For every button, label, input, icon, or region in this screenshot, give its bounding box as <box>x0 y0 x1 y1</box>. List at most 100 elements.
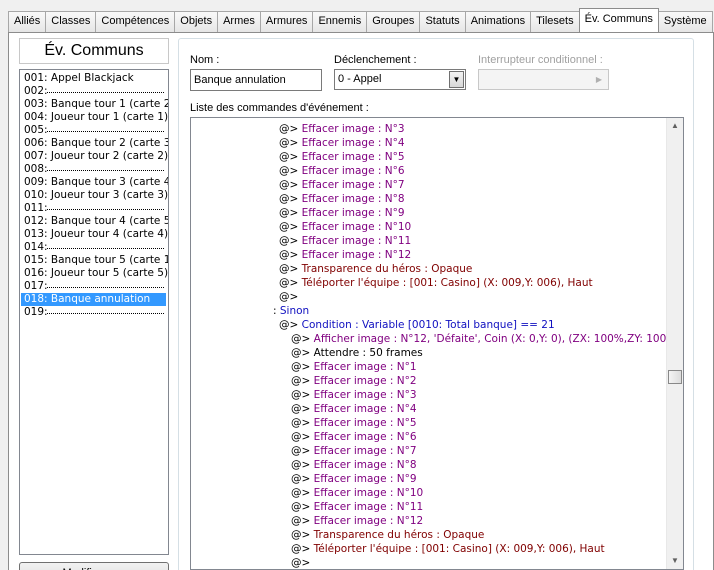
list-item[interactable]: 008: <box>21 163 166 176</box>
tab-12[interactable]: Système <box>657 11 713 32</box>
tab-3[interactable]: Objets <box>174 11 219 32</box>
list-item-label: 013: Joueur tour 4 (carte 4) <box>24 228 169 240</box>
command-line[interactable]: @> Téléporter l'équipe : [001: Casino] (… <box>279 276 593 290</box>
command-text: Effacer image : N°9 <box>301 207 405 219</box>
change-max-button[interactable]: Modifier max <box>19 562 169 570</box>
command-line[interactable]: @> Afficher image : N°12, 'Défaite', Coi… <box>291 332 683 346</box>
command-text: Effacer image : N°6 <box>301 165 405 177</box>
command-text: Effacer image : N°4 <box>301 137 405 149</box>
tab-5[interactable]: Armures <box>259 11 314 32</box>
tab-11[interactable]: Év. Communs <box>578 8 659 32</box>
list-item[interactable]: 004: Joueur tour 1 (carte 1) <box>21 111 168 124</box>
vertical-scrollbar[interactable]: ▲ ▼ <box>666 118 683 569</box>
tab-1[interactable]: Classes <box>45 11 97 32</box>
command-text: Téléporter l'équipe : [001: Casino] (X: … <box>313 543 605 555</box>
tab-4[interactable]: Armes <box>217 11 261 32</box>
chevron-up-icon[interactable]: ▲ <box>667 118 683 134</box>
list-item[interactable]: 003: Banque tour 1 (carte 2) <box>21 98 168 111</box>
list-item[interactable]: 001: Appel Blackjack <box>21 72 166 85</box>
command-marker: @> <box>291 431 311 443</box>
command-marker: @> <box>279 249 299 261</box>
chevron-down-icon[interactable]: ▼ <box>449 71 464 88</box>
tab-8[interactable]: Statuts <box>419 11 466 32</box>
list-item[interactable]: 009: Banque tour 3 (carte 4) <box>21 176 168 189</box>
name-label: Nom : <box>190 54 220 66</box>
list-item[interactable]: 013: Joueur tour 4 (carte 4) <box>21 228 169 241</box>
command-line[interactable]: @> Effacer image : N°7 <box>279 178 405 192</box>
trigger-label: Déclenchement : <box>334 54 417 66</box>
command-marker: @> <box>291 543 311 555</box>
command-line[interactable]: @> Effacer image : N°11 <box>291 500 423 514</box>
command-text: Transparence du héros : Opaque <box>313 529 485 541</box>
tab-2[interactable]: Compétences <box>95 11 176 32</box>
list-item[interactable]: 018: Banque annulation <box>21 293 166 306</box>
chevron-right-icon: ▶ <box>595 75 603 84</box>
list-item[interactable]: 002: <box>21 85 166 98</box>
chevron-down-icon[interactable]: ▼ <box>667 553 683 569</box>
scrollbar-thumb[interactable] <box>668 370 682 384</box>
command-line[interactable]: @> Effacer image : N°2 <box>291 374 417 388</box>
trigger-select[interactable]: 0 - Appel ▼ <box>334 69 466 90</box>
list-item-label: 012: Banque tour 4 (carte 5) <box>24 215 169 227</box>
command-line[interactable]: @> <box>279 290 298 304</box>
command-line[interactable]: @> Condition : Variable [0010: Total ban… <box>279 318 555 332</box>
list-item[interactable]: 007: Joueur tour 2 (carte 2) <box>21 150 168 163</box>
command-line[interactable]: @> Effacer image : N°11 <box>279 234 411 248</box>
command-line[interactable]: @> Effacer image : N°3 <box>279 122 405 136</box>
list-item[interactable]: 019: <box>21 306 166 319</box>
common-events-list[interactable]: 001: Appel Blackjack 002: 003: Banque tou… <box>19 69 169 555</box>
command-line[interactable]: @> Effacer image : N°5 <box>291 416 417 430</box>
command-line[interactable]: @> Effacer image : N°9 <box>279 206 405 220</box>
list-item[interactable]: 016: Joueur tour 5 (carte 5) <box>21 267 169 280</box>
command-marker: @> <box>279 221 299 233</box>
command-marker: @> <box>291 515 311 527</box>
list-item-label: 017: <box>24 280 48 292</box>
list-item[interactable]: 005: <box>21 124 166 137</box>
tab-10[interactable]: Tilesets <box>530 11 580 32</box>
tab-9[interactable]: Animations <box>464 11 532 32</box>
command-line[interactable]: @> Effacer image : N°8 <box>291 458 417 472</box>
command-line[interactable]: @> Effacer image : N°12 <box>291 514 423 528</box>
event-command-list[interactable]: @> Effacer image : N°3 @> Effacer image :… <box>190 117 684 570</box>
command-line[interactable]: @> Effacer image : N°7 <box>291 444 417 458</box>
list-item[interactable]: 010: Joueur tour 3 (carte 3) <box>21 189 169 202</box>
command-text: Transparence du héros : Opaque <box>301 263 473 275</box>
command-line[interactable]: @> Effacer image : N°4 <box>279 136 405 150</box>
list-item-label: 016: Joueur tour 5 (carte 5) <box>24 267 169 279</box>
command-line[interactable]: @> Transparence du héros : Opaque <box>279 262 472 276</box>
command-marker: @> <box>291 403 311 415</box>
tab-0[interactable]: Alliés <box>8 11 47 32</box>
list-item[interactable]: 012: Banque tour 4 (carte 5) <box>21 215 169 228</box>
command-line[interactable]: @> Effacer image : N°9 <box>291 472 417 486</box>
command-text: Effacer image : N°10 <box>313 487 424 499</box>
command-line[interactable]: @> Attendre : 50 frames <box>291 346 423 360</box>
list-item[interactable]: 014: <box>21 241 166 254</box>
command-line[interactable]: @> Effacer image : N°8 <box>279 192 405 206</box>
command-line[interactable]: @> Téléporter l'équipe : [001: Casino] (… <box>291 542 605 556</box>
list-item[interactable]: 011: <box>21 202 166 215</box>
command-line[interactable]: @> Effacer image : N°4 <box>291 402 417 416</box>
command-line[interactable]: @> <box>291 556 310 569</box>
list-item[interactable]: 015: Banque tour 5 (carte 1) <box>21 254 168 267</box>
command-line[interactable]: @> Effacer image : N°6 <box>279 164 405 178</box>
command-marker: @> <box>291 473 311 485</box>
command-line[interactable]: @> Effacer image : N°6 <box>291 430 417 444</box>
command-line[interactable]: @> Effacer image : N°3 <box>291 388 417 402</box>
tab-6[interactable]: Ennemis <box>312 11 368 32</box>
command-marker: : <box>273 305 277 317</box>
command-text: Effacer image : N°6 <box>313 431 417 443</box>
command-line[interactable]: @> Effacer image : N°10 <box>279 220 411 234</box>
command-line[interactable]: @> Transparence du héros : Opaque <box>291 528 484 542</box>
list-item[interactable]: 006: Banque tour 2 (carte 3) <box>21 137 168 150</box>
name-field[interactable]: Banque annulation <box>190 69 322 91</box>
command-line[interactable]: @> Effacer image : N°12 <box>279 248 411 262</box>
command-line[interactable]: : Sinon <box>273 304 309 318</box>
command-line[interactable]: @> Effacer image : N°1 <box>291 360 417 374</box>
list-item[interactable]: 017: <box>21 280 166 293</box>
list-item-label: 005: <box>24 124 48 136</box>
command-line[interactable]: @> Effacer image : N°5 <box>279 150 405 164</box>
list-item-label: 010: Joueur tour 3 (carte 3) <box>24 189 169 201</box>
command-marker: @> <box>279 137 299 149</box>
tab-7[interactable]: Groupes <box>366 11 421 32</box>
command-line[interactable]: @> Effacer image : N°10 <box>291 486 423 500</box>
